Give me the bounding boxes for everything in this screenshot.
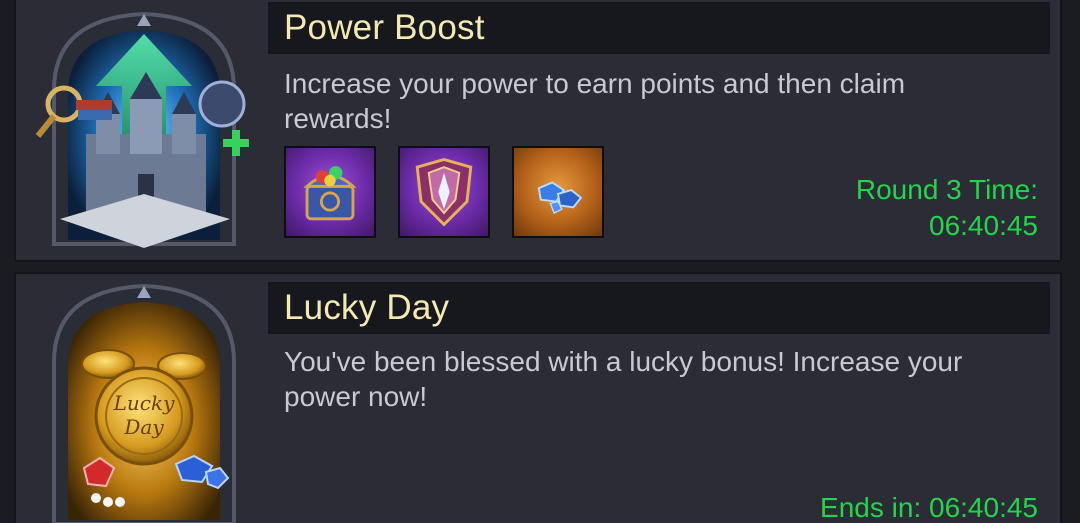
event-title: Lucky Day [284, 288, 450, 327]
coin-text-day: Day [123, 415, 164, 439]
rank-crest-icon[interactable] [398, 146, 490, 238]
event-description: You've been blessed with a lucky bonus! … [284, 346, 963, 412]
event-description: Increase your power to earn points and t… [284, 68, 906, 134]
event-card-lucky-day[interactable]: Lucky Day Lucky Day You've been blessed … [14, 272, 1062, 523]
lucky-day-coin-icon: Lucky Day [26, 276, 262, 523]
timer-label: Round 3 Time: [855, 174, 1038, 205]
ends-in-timer: Ends in: 06:40:45 [820, 492, 1038, 523]
reward-list [284, 146, 604, 238]
sapphire-gems-icon[interactable] [512, 146, 604, 238]
timer-value: 06:40:45 [929, 210, 1038, 241]
event-card-power-boost[interactable]: Power Boost Increase your power to earn … [14, 0, 1062, 262]
castle-upgrade-icon [26, 4, 262, 254]
gem-chest-icon[interactable] [284, 146, 376, 238]
coin-text-lucky: Lucky [113, 391, 175, 415]
events-page: Power Boost Increase your power to earn … [0, 0, 1080, 523]
round-timer: Round 3 Time: 06:40:45 [856, 172, 1038, 244]
event-title: Power Boost [284, 8, 485, 47]
